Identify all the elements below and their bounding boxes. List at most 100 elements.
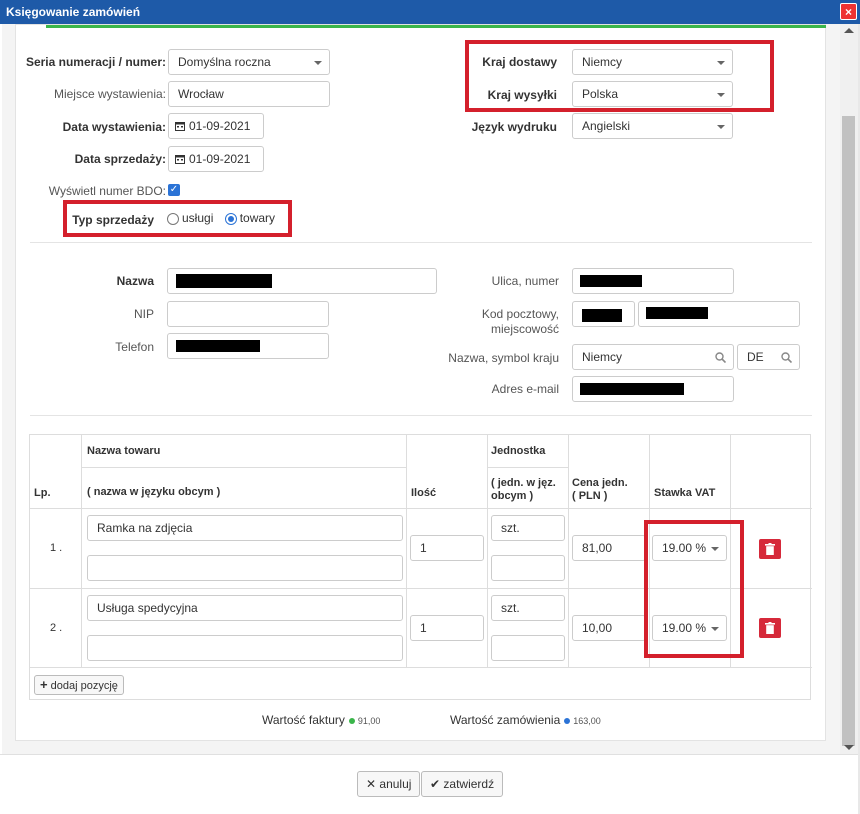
divider: [30, 415, 812, 416]
row-unit-input[interactable]: szt.: [491, 515, 565, 541]
close-icon: ✕: [366, 777, 377, 791]
trash-icon: [765, 622, 775, 634]
col-header-name-foreign: ( nazwa w języku obcym ): [87, 486, 221, 498]
col-header-price-1: Cena jedn.: [572, 477, 628, 489]
row-unit-foreign-input[interactable]: [491, 555, 565, 581]
invoice-value: 91,00: [357, 716, 381, 726]
order-value-summary: Wartość zamówienia 163,00: [450, 713, 601, 727]
radio-towary[interactable]: towary: [224, 211, 275, 225]
confirm-label: zatwierdź: [443, 777, 495, 791]
email-label: Adres e-mail: [491, 382, 559, 396]
place-input[interactable]: Wrocław: [168, 81, 330, 107]
add-item-button[interactable]: + dodaj pozycję: [34, 675, 124, 695]
issue-date-value: 01-09-2021: [189, 119, 251, 133]
country-name-value: Niemcy: [582, 350, 623, 364]
buyer-name-label: Nazwa: [116, 274, 154, 288]
redacted-value: [580, 383, 684, 395]
chevron-down-icon: [717, 93, 725, 97]
row-name-input[interactable]: Usługa spedycyjna: [87, 595, 403, 621]
row-price-input[interactable]: 81,00: [572, 535, 646, 561]
col-header-price-2: ( PLN ): [572, 490, 608, 502]
vertical-scrollbar[interactable]: [840, 24, 858, 754]
delivery-country-select[interactable]: Niemcy: [572, 49, 733, 75]
calendar-icon: [175, 121, 185, 131]
radio-checked-icon: [224, 212, 237, 225]
col-header-vat: Stawka VAT: [654, 487, 716, 499]
redacted-value: [176, 274, 272, 288]
row-name-foreign-input[interactable]: [87, 635, 403, 661]
order-value-label: Wartość zamówienia: [450, 713, 561, 727]
country-code-input[interactable]: DE: [737, 344, 800, 370]
invoice-dot-icon: [348, 717, 355, 724]
delivery-country-value: Niemcy: [582, 55, 623, 69]
window-titlebar: Księgowanie zamówień ×: [0, 0, 860, 24]
search-icon: [781, 352, 792, 363]
series-label: Seria numeracji / numer:: [25, 55, 166, 69]
sale-date-label: Data sprzedaży:: [74, 152, 166, 166]
table-row-divider: [487, 467, 568, 468]
country-name-input[interactable]: Niemcy: [572, 344, 734, 370]
col-header-unit-foreign-1: ( jedn. w jęz.: [491, 477, 556, 489]
bdo-checkbox[interactable]: ✓: [168, 184, 180, 196]
shipping-country-label: Kraj wysyłki: [487, 88, 557, 102]
print-language-label: Język wydruku: [471, 120, 557, 134]
divider: [30, 242, 812, 243]
col-header-name: Nazwa towaru: [87, 445, 161, 457]
radio-icon: [167, 212, 179, 225]
cancel-label: anuluj: [379, 777, 412, 791]
col-header-unit-foreign: ( jedn. w jęz. obcym ): [491, 477, 556, 503]
row-name-foreign-input[interactable]: [87, 555, 403, 581]
postal-label-line2: miejscowość: [490, 322, 559, 336]
scroll-up-icon[interactable]: [844, 28, 854, 33]
radio-uslugi-label: usługi: [182, 211, 214, 225]
sale-date-input[interactable]: 01-09-2021: [168, 146, 264, 172]
invoice-value-label: Wartość faktury: [262, 713, 345, 727]
delete-row-button[interactable]: [759, 618, 781, 638]
print-language-select[interactable]: Angielski: [572, 113, 733, 139]
redacted-value: [176, 340, 260, 352]
shipping-country-select[interactable]: Polska: [572, 81, 733, 107]
plus-icon: +: [40, 677, 48, 692]
col-header-lp: Lp.: [34, 487, 51, 499]
order-value: 163,00: [573, 716, 601, 726]
nip-input[interactable]: [167, 301, 329, 327]
table-col-divider: [568, 435, 569, 667]
row-name-input[interactable]: Ramka na zdjęcia: [87, 515, 403, 541]
chevron-down-icon: [717, 125, 725, 129]
row-unit-foreign-input[interactable]: [491, 635, 565, 661]
table-col-divider: [487, 435, 488, 667]
series-select[interactable]: Domyślna roczna: [168, 49, 330, 75]
issue-date-input[interactable]: 01-09-2021: [168, 113, 264, 139]
close-button[interactable]: ×: [840, 3, 857, 20]
radio-uslugi[interactable]: usługi: [167, 211, 213, 225]
table-col-divider: [81, 435, 82, 667]
street-label: Ulica, numer: [491, 274, 559, 288]
row-qty-input[interactable]: 1: [410, 615, 484, 641]
nip-label: NIP: [133, 307, 154, 321]
cancel-button[interactable]: ✕ anuluj: [357, 771, 421, 797]
row-price-input[interactable]: 10,00: [572, 615, 646, 641]
table-row-divider: [30, 508, 812, 509]
bdo-label: Wyświetl numer BDO:: [48, 184, 166, 198]
redacted-value: [580, 275, 642, 287]
row-unit-input[interactable]: szt.: [491, 595, 565, 621]
scroll-thumb[interactable]: [842, 116, 855, 746]
postal-label: Kod pocztowy, miejscowość: [416, 307, 559, 337]
window-title: Księgowanie zamówień: [6, 5, 141, 19]
calendar-icon: [175, 154, 185, 164]
table-row-divider: [81, 467, 406, 468]
delivery-country-label: Kraj dostawy: [482, 55, 557, 69]
series-value: Domyślna roczna: [178, 55, 271, 69]
place-label: Miejsce wystawienia:: [53, 87, 166, 101]
scroll-down-icon[interactable]: [844, 745, 854, 750]
row-qty-input[interactable]: 1: [410, 535, 484, 561]
confirm-button[interactable]: ✔ zatwierdź: [421, 771, 504, 797]
sale-date-value: 01-09-2021: [189, 152, 251, 166]
chevron-down-icon: [314, 61, 322, 65]
delete-row-button[interactable]: [759, 539, 781, 559]
row-lp: 1 .: [50, 542, 63, 554]
row-lp: 2 .: [50, 622, 63, 634]
sale-type-radio-group: usługi towary: [167, 211, 275, 225]
check-icon: ✔: [430, 777, 441, 791]
highlight-box: [644, 520, 744, 658]
